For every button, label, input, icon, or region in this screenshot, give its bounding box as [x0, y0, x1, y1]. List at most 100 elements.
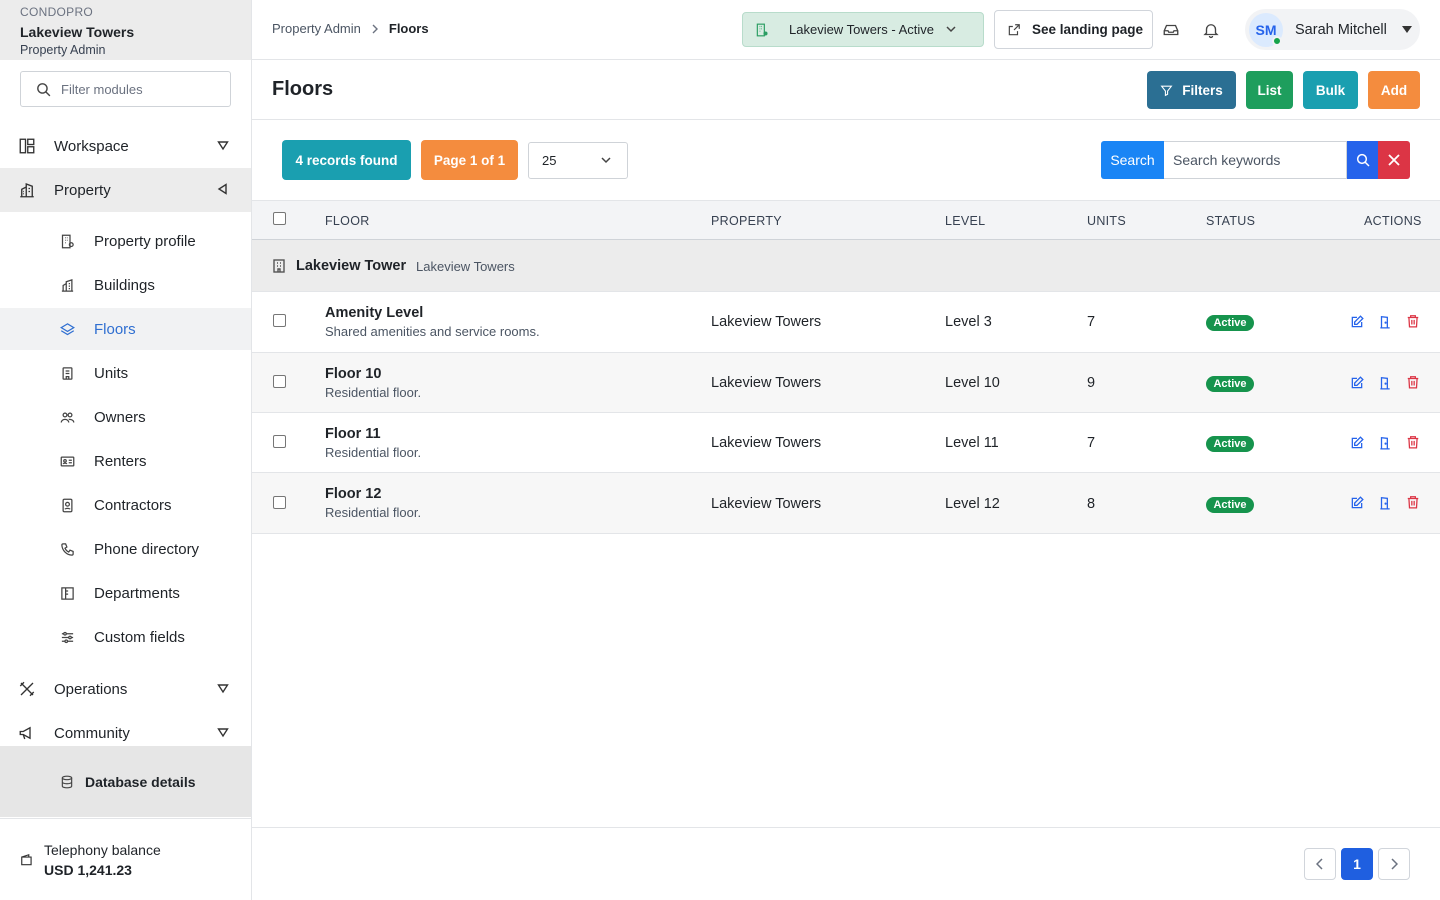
floor-units: 7 [1087, 314, 1096, 330]
edit-icon[interactable] [1350, 315, 1364, 329]
chevron-down-icon [946, 26, 956, 33]
edit-icon[interactable] [1350, 436, 1364, 450]
select-all-checkbox[interactable] [273, 212, 286, 225]
search-submit-button[interactable] [1347, 141, 1378, 179]
sidebar-item-custom-fields[interactable]: Custom fields [0, 616, 251, 658]
column-header-units[interactable]: UNITS [1087, 214, 1126, 228]
previous-page-button[interactable] [1304, 848, 1336, 880]
status-badge: Active [1206, 497, 1254, 513]
group-name: Lakeview Tower [296, 258, 407, 274]
database-details-link[interactable]: Database details [0, 746, 251, 817]
row-checkbox[interactable] [273, 314, 286, 327]
breadcrumb-item[interactable]: Property Admin [272, 21, 361, 36]
row-checkbox[interactable] [273, 375, 286, 388]
floor-description: Shared amenities and service rooms. [325, 324, 540, 339]
door-icon[interactable] [1378, 436, 1392, 450]
trash-icon[interactable] [1406, 375, 1420, 389]
column-header-actions: ACTIONS [1364, 214, 1422, 228]
sidebar-item-contractors[interactable]: Contractors [0, 484, 251, 526]
sidebar-item-renters[interactable]: Renters [0, 440, 251, 482]
inbox-icon[interactable] [1162, 21, 1180, 39]
trash-icon[interactable] [1406, 314, 1420, 328]
table-row[interactable]: Amenity Level Shared amenities and servi… [252, 292, 1440, 353]
column-header-level[interactable]: LEVEL [945, 214, 985, 228]
building-check-icon [756, 23, 768, 36]
table-toolbar: 4 records found Page 1 of 1 25 Search [252, 121, 1440, 200]
user-menu[interactable]: SM Sarah Mitchell [1245, 9, 1420, 50]
bulk-button[interactable]: Bulk [1303, 71, 1358, 109]
layout-icon [19, 138, 35, 154]
sidebar-item-floors[interactable]: Floors [0, 308, 251, 350]
row-checkbox[interactable] [273, 435, 286, 448]
bell-icon[interactable] [1202, 21, 1220, 39]
door-icon[interactable] [1378, 315, 1392, 329]
telephony-balance: Telephony balance USD 1,241.23 [0, 818, 251, 900]
caret-down-icon [217, 728, 229, 738]
floor-property: Lakeview Towers [711, 435, 822, 451]
floor-level: Level 12 [945, 496, 1000, 512]
floor-units: 7 [1087, 435, 1096, 451]
floor-name[interactable]: Floor 11 [325, 426, 381, 442]
sidebar-item-departments[interactable]: Departments [0, 572, 251, 614]
filters-button[interactable]: Filters [1147, 71, 1236, 109]
table-row[interactable]: Floor 10 Residential floor. Lakeview Tow… [252, 353, 1440, 413]
row-checkbox[interactable] [273, 496, 286, 509]
edit-icon[interactable] [1350, 376, 1364, 390]
edit-icon[interactable] [1350, 496, 1364, 510]
nav-section-label: Property [54, 181, 111, 199]
per-page-value: 25 [542, 153, 557, 168]
trash-icon[interactable] [1406, 435, 1420, 449]
column-header-status[interactable]: STATUS [1206, 214, 1255, 228]
trash-icon[interactable] [1406, 495, 1420, 509]
table-row[interactable]: Floor 11 Residential floor. Lakeview Tow… [252, 413, 1440, 473]
wallet-icon [21, 853, 32, 865]
see-landing-page-label: See landing page [1032, 22, 1144, 37]
floor-level: Level 10 [945, 375, 1000, 391]
sidebar-item-units[interactable]: Units [0, 352, 251, 394]
user-role: Property Admin [20, 43, 106, 57]
door-icon[interactable] [1378, 376, 1392, 390]
sidebar-item-property-profile[interactable]: Property profile [0, 220, 251, 262]
see-landing-page-button[interactable]: See landing page [994, 10, 1153, 49]
floor-name[interactable]: Floor 12 [325, 486, 381, 502]
status-badge: Active [1206, 436, 1254, 452]
table-row[interactable]: Floor 12 Residential floor. Lakeview Tow… [252, 473, 1440, 534]
per-page-select[interactable]: 25 [528, 142, 628, 179]
sidebar-item-label: Custom fields [94, 628, 185, 646]
page-button-current[interactable]: 1 [1341, 848, 1373, 880]
avatar-initials: SM [1255, 21, 1277, 38]
nav-section-label: Community [54, 724, 130, 742]
filter-modules-field[interactable] [20, 71, 231, 107]
nav-section-property[interactable]: Property [0, 168, 251, 212]
sidebar-item-owners[interactable]: Owners [0, 396, 251, 438]
unit-icon [62, 366, 73, 380]
add-button[interactable]: Add [1368, 71, 1420, 109]
filter-modules-input[interactable] [61, 81, 221, 97]
property-selector[interactable]: Lakeview Towers - Active [742, 12, 984, 47]
sidebar-item-phone-directory[interactable]: Phone directory [0, 528, 251, 570]
floor-name[interactable]: Amenity Level [325, 305, 423, 321]
nav-section-operations[interactable]: Operations [0, 667, 251, 711]
search-icon [1356, 153, 1370, 167]
search-clear-button[interactable] [1378, 141, 1410, 179]
search-input[interactable] [1173, 152, 1343, 168]
sidebar-item-label: Floors [94, 320, 136, 338]
building-settings-icon [61, 234, 74, 248]
sidebar-item-buildings[interactable]: Buildings [0, 264, 251, 306]
door-icon[interactable] [1378, 496, 1392, 510]
chevron-right-icon [371, 24, 379, 34]
caret-down-icon [217, 141, 229, 151]
floor-name[interactable]: Floor 10 [325, 366, 381, 382]
column-header-property[interactable]: PROPERTY [711, 214, 782, 228]
nav-section-label: Workspace [54, 137, 129, 155]
list-button[interactable]: List [1246, 71, 1293, 109]
search-field[interactable] [1164, 141, 1347, 179]
next-page-button[interactable] [1378, 848, 1410, 880]
caret-left-icon [217, 183, 227, 195]
megaphone-icon [19, 726, 31, 740]
breadcrumb-current: Floors [388, 21, 429, 36]
floor-units: 8 [1087, 496, 1096, 512]
nav-section-workspace[interactable]: Workspace [0, 124, 251, 168]
column-header-floor[interactable]: FLOOR [325, 214, 370, 228]
pagination-footer: 1 [252, 827, 1440, 900]
